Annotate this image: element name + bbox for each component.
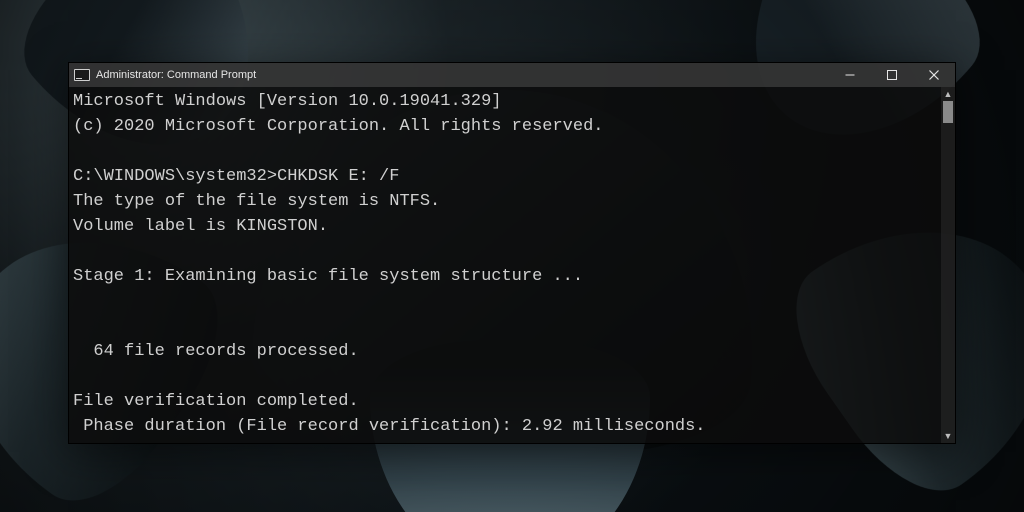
minimize-icon: [845, 70, 855, 80]
maximize-button[interactable]: [871, 63, 913, 87]
titlebar[interactable]: Administrator: Command Prompt: [69, 63, 955, 87]
scrollbar-down-arrow[interactable]: ▼: [941, 429, 955, 443]
desktop-wallpaper: Administrator: Command Prompt: [0, 0, 1024, 512]
close-icon: [929, 70, 939, 80]
scrollbar-track[interactable]: [941, 101, 955, 429]
chevron-down-icon: ▼: [944, 432, 953, 441]
close-button[interactable]: [913, 63, 955, 87]
minimize-button[interactable]: [829, 63, 871, 87]
command-prompt-window: Administrator: Command Prompt: [68, 62, 956, 444]
chevron-up-icon: ▲: [944, 90, 953, 99]
scrollbar-thumb[interactable]: [943, 101, 953, 123]
window-title: Administrator: Command Prompt: [96, 69, 256, 81]
console-text: Microsoft Windows [Version 10.0.19041.32…: [73, 89, 941, 439]
cmd-icon: [74, 69, 90, 81]
console-output[interactable]: Microsoft Windows [Version 10.0.19041.32…: [69, 87, 955, 443]
maximize-icon: [887, 70, 897, 80]
scrollbar-up-arrow[interactable]: ▲: [941, 87, 955, 101]
vertical-scrollbar[interactable]: ▲ ▼: [941, 87, 955, 443]
